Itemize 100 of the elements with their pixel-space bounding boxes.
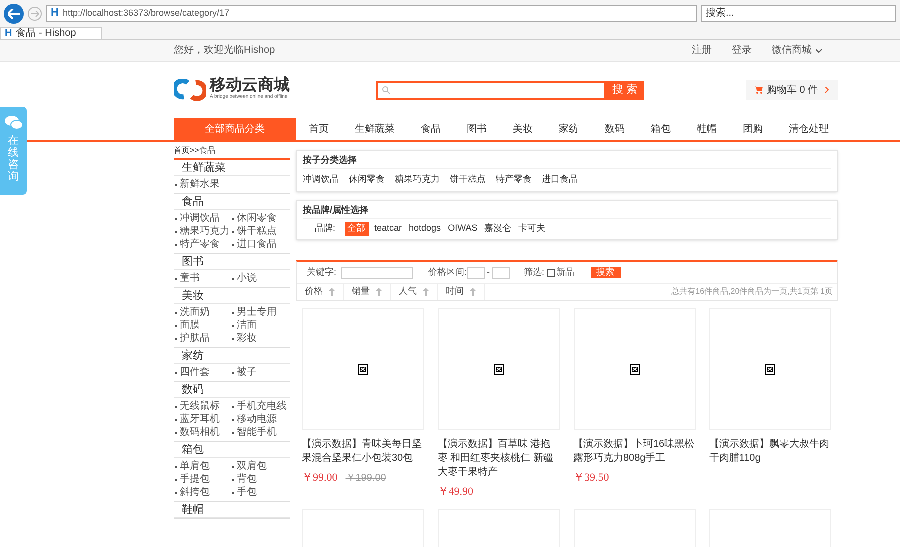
subcategory-link[interactable]: 糖果巧克力 bbox=[395, 173, 440, 187]
nav-link[interactable]: 鞋帽 bbox=[684, 118, 730, 140]
site-icon: H bbox=[51, 5, 59, 22]
category-heading[interactable]: 数码 bbox=[174, 382, 290, 398]
product-image[interactable] bbox=[302, 308, 424, 430]
nav-link[interactable]: 食品 bbox=[408, 118, 454, 140]
category-link[interactable]: 面膜 bbox=[180, 319, 200, 332]
forward-button[interactable] bbox=[28, 6, 42, 20]
category-link[interactable]: 蓝牙耳机 bbox=[180, 413, 220, 426]
category-link[interactable]: 新鲜水果 bbox=[180, 178, 220, 191]
chevron-icon bbox=[816, 48, 822, 54]
category-heading[interactable]: 生鲜蔬菜 bbox=[174, 160, 290, 176]
product-title[interactable]: 【演示数据】飘零大叔牛肉干肉脯110g bbox=[709, 438, 832, 466]
category-link[interactable]: 洁面 bbox=[237, 319, 257, 332]
top-link[interactable]: 登录 bbox=[732, 43, 752, 58]
category-link[interactable]: 洗面奶 bbox=[180, 306, 210, 319]
category-link[interactable]: 移动电源 bbox=[237, 413, 277, 426]
category-link[interactable]: 男士专用 bbox=[237, 306, 277, 319]
product-image[interactable] bbox=[574, 308, 696, 430]
result-summary: 总共有16件商品,20件商品为一页,共1页第 1页 bbox=[672, 286, 834, 298]
category-link[interactable]: 无线鼠标 bbox=[180, 400, 220, 413]
category-link[interactable]: 冲调饮品 bbox=[180, 212, 220, 225]
category-heading[interactable]: 鞋帽 bbox=[174, 502, 290, 518]
browser-tab[interactable]: H 食品 - Hishop bbox=[0, 27, 102, 39]
category-heading[interactable]: 箱包 bbox=[174, 442, 290, 458]
category-link[interactable]: 智能手机 bbox=[237, 426, 277, 439]
nav-link[interactable]: 图书 bbox=[454, 118, 500, 140]
sort-arrow-icon bbox=[329, 288, 335, 296]
brand-link[interactable]: teatcar bbox=[374, 222, 404, 236]
product-title[interactable]: 【演示数据】卜珂16味黑松露形巧克力808g手工 bbox=[574, 438, 696, 466]
nav-link[interactable]: 箱包 bbox=[638, 118, 684, 140]
broken-image-icon bbox=[765, 364, 776, 374]
subcategory-link[interactable]: 休闲零食 bbox=[349, 173, 385, 187]
nav-link[interactable]: 首页 bbox=[296, 118, 342, 140]
category-link[interactable]: 特产零食 bbox=[180, 238, 220, 251]
top-link[interactable]: 注册 bbox=[692, 43, 712, 58]
price-separator: - bbox=[487, 266, 490, 279]
subcategory-link[interactable]: 特产零食 bbox=[496, 173, 532, 187]
back-arrow-icon bbox=[8, 8, 20, 18]
category-link[interactable]: 手机充电线 bbox=[237, 400, 287, 413]
forward-arrow-icon bbox=[31, 10, 39, 16]
category-link[interactable]: 被子 bbox=[237, 366, 257, 379]
brand-link[interactable]: 卡可夫 bbox=[518, 222, 547, 236]
sort-button[interactable]: 价格 bbox=[297, 284, 344, 300]
category-link[interactable]: 饼干糕点 bbox=[237, 225, 277, 238]
category-heading[interactable]: 食品 bbox=[174, 194, 290, 210]
brand-link[interactable]: 嘉漫仑 bbox=[484, 222, 513, 236]
address-bar[interactable]: H http://localhost:36373/browse/category/17 bbox=[46, 5, 697, 22]
nav-link[interactable]: 家纺 bbox=[546, 118, 592, 140]
subcategory-link[interactable]: 进口食品 bbox=[542, 173, 578, 187]
brand-link[interactable]: hotdogs bbox=[408, 222, 442, 236]
back-button[interactable] bbox=[4, 4, 24, 24]
category-link[interactable]: 单肩包 bbox=[180, 460, 210, 473]
category-heading[interactable]: 美妆 bbox=[174, 288, 290, 304]
logo-name: 移动云商城 bbox=[210, 78, 290, 94]
category-link[interactable]: 背包 bbox=[237, 473, 257, 486]
category-link[interactable]: 手包 bbox=[237, 486, 257, 499]
nav-link[interactable]: 美妆 bbox=[500, 118, 546, 140]
category-link[interactable]: 数码相机 bbox=[180, 426, 220, 439]
search-field[interactable] bbox=[376, 80, 606, 100]
product-image[interactable] bbox=[709, 308, 832, 430]
category-link[interactable]: 四件套 bbox=[180, 366, 210, 379]
product-title[interactable]: 【演示数据】青味美每日坚果混合坚果仁小包装30包 bbox=[302, 438, 424, 466]
product-price: ￥99.00 bbox=[302, 471, 338, 486]
breadcrumb: 首页>>食品 bbox=[174, 146, 216, 156]
new-checkbox[interactable] bbox=[546, 268, 555, 276]
category-link[interactable]: 彩妆 bbox=[237, 332, 257, 345]
browser-search-field[interactable]: 搜索... bbox=[701, 5, 896, 22]
sort-arrow-icon bbox=[423, 288, 429, 296]
category-link[interactable]: 进口食品 bbox=[237, 238, 277, 251]
sort-arrow-icon bbox=[470, 288, 476, 296]
sort-button[interactable]: 人气 bbox=[391, 284, 438, 300]
cart-icon bbox=[754, 86, 763, 94]
category-link[interactable]: 小说 bbox=[237, 272, 257, 285]
sort-button[interactable]: 销量 bbox=[344, 284, 391, 300]
category-link[interactable]: 糖果巧克力 bbox=[180, 225, 230, 238]
top-link[interactable]: 微信商城 bbox=[772, 43, 822, 58]
min-price-field[interactable] bbox=[467, 266, 486, 278]
sort-button[interactable]: 时间 bbox=[438, 284, 485, 300]
category-link[interactable]: 护肤品 bbox=[180, 332, 210, 345]
nav-link[interactable]: 团购 bbox=[730, 118, 776, 140]
subcategory-link[interactable]: 饼干糕点 bbox=[450, 173, 486, 187]
brand-link[interactable]: OIWAS bbox=[447, 222, 479, 236]
cart-button[interactable]: 购物车 0 件 bbox=[746, 80, 838, 100]
category-link[interactable]: 斜挎包 bbox=[180, 486, 210, 499]
nav-link[interactable]: 数码 bbox=[592, 118, 638, 140]
category-link[interactable]: 童书 bbox=[180, 272, 200, 285]
keyword-field[interactable] bbox=[340, 266, 413, 278]
category-heading[interactable]: 家纺 bbox=[174, 348, 290, 364]
category-link[interactable]: 双肩包 bbox=[237, 460, 267, 473]
category-link[interactable]: 手提包 bbox=[180, 473, 210, 486]
broken-image-icon bbox=[494, 364, 504, 374]
max-price-field[interactable] bbox=[492, 266, 510, 278]
nav-link[interactable]: 清仓处理 bbox=[776, 118, 842, 140]
product-image[interactable] bbox=[438, 308, 560, 430]
nav-link[interactable]: 生鲜蔬菜 bbox=[342, 118, 408, 140]
subcategory-link[interactable]: 冲调饮品 bbox=[303, 173, 339, 187]
category-link[interactable]: 休闲零食 bbox=[237, 212, 277, 225]
product-title[interactable]: 【演示数据】百草味 港抱枣 和田红枣夹核桃仁 新疆大枣干果特产 bbox=[438, 438, 560, 480]
category-heading[interactable]: 图书 bbox=[174, 254, 290, 270]
